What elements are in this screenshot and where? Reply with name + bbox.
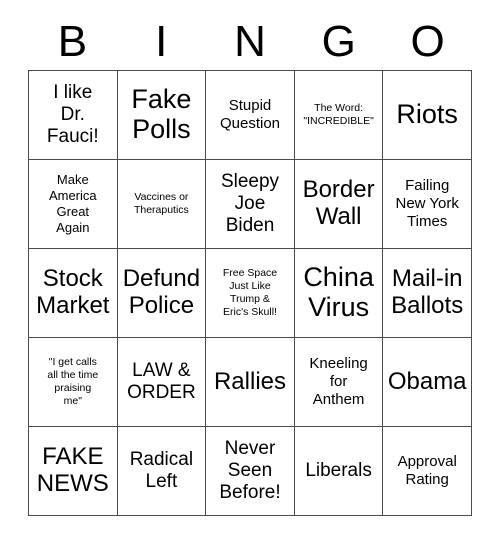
bingo-cell-b1[interactable]: I like Dr. Fauci! [29,71,118,160]
bingo-cell-b4[interactable]: "I get calls all the time praising me" [29,338,118,427]
bingo-cell-label: Liberals [305,460,372,482]
bingo-cell-label: "I get calls all the time praising me" [47,355,99,408]
bingo-cell-i4[interactable]: LAW & ORDER [117,338,207,427]
bingo-cell-label: The Word: "INCREDIBLE" [303,101,374,127]
bingo-cell-n3[interactable]: Free Space Just Like Trump & Eric's Skul… [206,249,295,338]
bingo-header-letter-n: N [234,17,266,66]
bingo-cell-label: Failing New York Times [395,177,459,230]
bingo-cell-n5[interactable]: Never Seen Before! [206,427,295,516]
bingo-cell-g1[interactable]: The Word: "INCREDIBLE" [294,71,384,160]
bingo-cell-label: Fake Polls [131,84,192,144]
bingo-cell-o4[interactable]: Obama [383,338,472,427]
bingo-cell-g3[interactable]: China Virus [294,249,384,338]
bingo-cell-label: Make America Great Again [48,172,97,235]
bingo-cell-b5[interactable]: FAKE NEWS [29,427,118,516]
bingo-cell-o1[interactable]: Riots [383,71,472,160]
bingo-cell-label: Radical Left [129,449,194,492]
bingo-cell-label: Free Space Just Like Trump & Eric's Skul… [222,266,278,319]
bingo-cell-label: Riots [396,99,458,130]
bingo-cell-label: Stock Market [36,265,110,319]
bingo-cell-label: Vaccines or Theraputics [133,190,189,216]
bingo-cell-n4[interactable]: Rallies [206,338,295,427]
bingo-cell-label: Never Seen Before! [219,438,281,503]
bingo-cell-o5[interactable]: Approval Rating [383,427,472,516]
bingo-cell-label: I like Dr. Fauci! [46,82,99,147]
bingo-cell-o2[interactable]: Failing New York Times [383,160,472,249]
bingo-cell-label: Mail-in Ballots [391,265,464,319]
bingo-cell-label: Stupid Question [219,97,281,132]
bingo-grid: I like Dr. Fauci! Fake Polls Stupid Questi… [28,70,472,516]
bingo-cell-g4[interactable]: Kneeling for Anthem [294,338,384,427]
bingo-cell-label: LAW & ORDER [127,360,196,403]
bingo-header-letter-i: I [155,17,168,66]
bingo-header-row: B I N G O [28,14,472,70]
bingo-cell-b2[interactable]: Make America Great Again [29,160,118,249]
bingo-card: B I N G O I like Dr. Fauci! Fake Polls Stu… [0,0,500,544]
bingo-cell-i1[interactable]: Fake Polls [117,71,207,160]
bingo-cell-n1[interactable]: Stupid Question [206,71,295,160]
bingo-cell-b3[interactable]: Stock Market [29,249,118,338]
bingo-cell-i5[interactable]: Radical Left [117,427,207,516]
bingo-cell-i2[interactable]: Vaccines or Theraputics [117,160,207,249]
bingo-cell-label: Defund Police [122,265,201,319]
bingo-cell-i3[interactable]: Defund Police [117,249,207,338]
bingo-cell-label: China Virus [303,262,374,322]
bingo-header-letter-b: B [57,17,88,66]
bingo-cell-label: Sleepy Joe Biden [220,171,280,236]
bingo-cell-n2[interactable]: Sleepy Joe Biden [206,160,295,249]
bingo-cell-label: Kneeling for Anthem [309,355,368,408]
bingo-cell-label: Obama [387,367,467,395]
bingo-cell-o3[interactable]: Mail-in Ballots [383,249,472,338]
bingo-cell-label: Approval Rating [397,453,457,488]
bingo-cell-label: Rallies [213,367,286,395]
bingo-cell-g2[interactable]: Border Wall [294,160,384,249]
bingo-cell-g5[interactable]: Liberals [294,427,384,516]
bingo-header-letter-o: O [410,17,445,66]
bingo-header-letter-g: G [321,17,356,66]
bingo-cell-label: Border Wall [302,176,375,230]
bingo-cell-label: FAKE NEWS [36,443,109,497]
